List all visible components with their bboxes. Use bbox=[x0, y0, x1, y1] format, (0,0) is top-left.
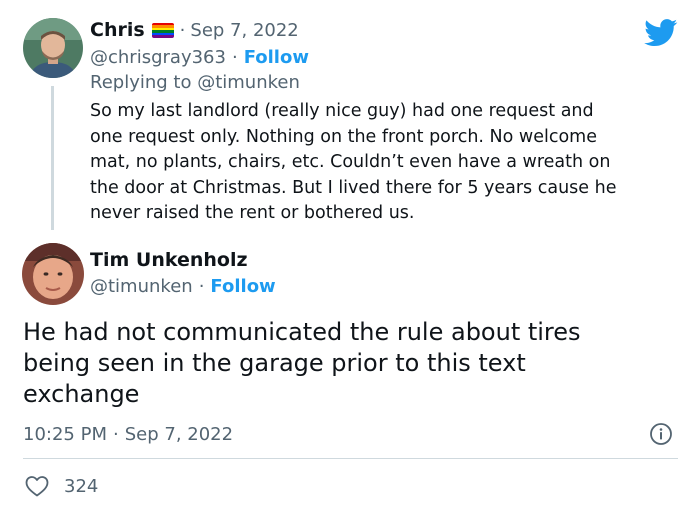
time-separator: · bbox=[112, 423, 119, 445]
follow-link[interactable]: Follow bbox=[244, 47, 309, 68]
tweet-text-line: So my last landlord (really nice guy) ha… bbox=[90, 101, 594, 121]
tweet-text-line: the door at Christmas. But I lived there… bbox=[90, 177, 617, 198]
twitter-bird-icon bbox=[644, 19, 678, 47]
info-icon[interactable] bbox=[649, 422, 673, 446]
tweet-text-line: one request only. Nothing on the front p… bbox=[90, 126, 597, 147]
author-handle[interactable]: @timunken bbox=[90, 276, 193, 297]
tweet-date[interactable]: Sep 7, 2022 bbox=[190, 20, 298, 41]
avatar-tim[interactable] bbox=[22, 243, 84, 305]
handle-separator: · bbox=[231, 46, 238, 68]
rainbow-flag-icon bbox=[151, 22, 174, 38]
author-name[interactable]: Tim Unkenholz bbox=[90, 249, 248, 271]
follow-link[interactable]: Follow bbox=[210, 276, 275, 297]
tweet-time[interactable]: 10:25 PM bbox=[23, 424, 107, 445]
avatar-chris[interactable] bbox=[23, 18, 83, 78]
tweet-date[interactable]: Sep 7, 2022 bbox=[125, 424, 233, 445]
thread-line bbox=[51, 86, 54, 230]
main-tweet-text-line: exchange bbox=[23, 380, 140, 408]
replying-to-handle[interactable]: @timunken bbox=[197, 72, 300, 93]
header-separator: · bbox=[179, 19, 186, 41]
main-tweet-text-line: He had not communicated the rule about t… bbox=[23, 318, 581, 346]
tweet-text-line: mat, no plants, chairs, etc. Couldn’t ev… bbox=[90, 152, 611, 172]
like-button[interactable]: 324 bbox=[25, 473, 98, 499]
replying-to-label: Replying to bbox=[90, 71, 198, 93]
handle-separator: · bbox=[198, 275, 205, 297]
heart-icon bbox=[25, 476, 49, 497]
author-name[interactable]: Chris bbox=[90, 19, 145, 41]
main-tweet-text-line: being seen in the garage prior to this t… bbox=[23, 349, 526, 377]
author-handle[interactable]: @chrisgray363 bbox=[90, 47, 226, 68]
like-count: 324 bbox=[64, 475, 99, 497]
tweet-text-line: never raised the rent or bothered us. bbox=[90, 203, 415, 223]
main-tweet-text: He had not communicated the rule about t… bbox=[23, 317, 581, 410]
tweet-text: So my last landlord (really nice guy) ha… bbox=[90, 99, 616, 227]
divider bbox=[23, 458, 678, 459]
